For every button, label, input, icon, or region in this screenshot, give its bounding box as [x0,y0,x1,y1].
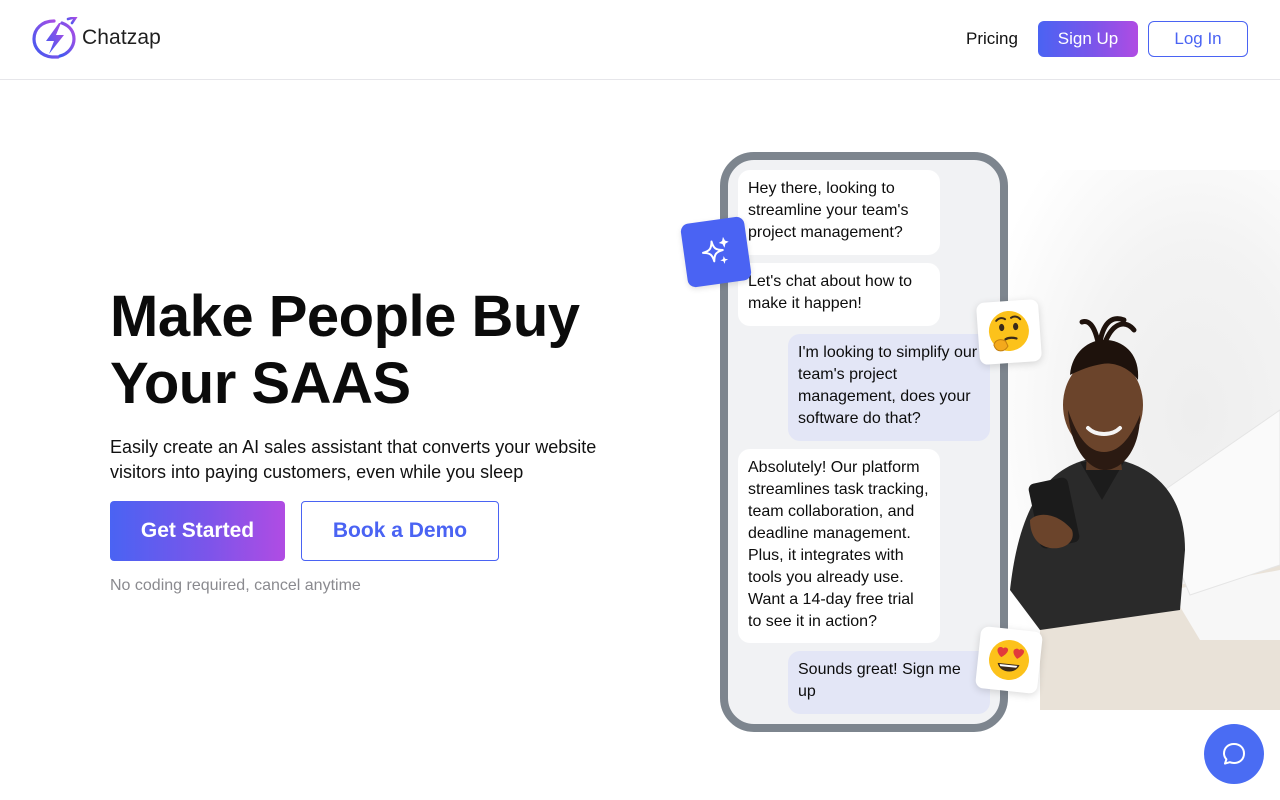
site-header: Chatzap Pricing Sign Up Log In [0,0,1280,80]
heart-eyes-face-icon [988,640,1029,680]
get-started-button[interactable]: Get Started [110,501,285,561]
login-button[interactable]: Log In [1148,21,1248,57]
signup-button[interactable]: Sign Up [1038,21,1138,57]
thinking-emoji-badge [975,298,1043,366]
hero-person-photo [1000,170,1280,710]
thinking-face-icon [988,311,1029,352]
chat-message-bot: Let's chat about how to make it happen! [738,263,940,326]
brand-name: Chatzap [82,26,161,49]
hero-title: Make People Buy Your SAAS [110,284,580,416]
sparkles-badge [679,215,753,289]
chat-message-bot: Hey there, looking to streamline your te… [738,170,940,255]
chat-message-user: I'm looking to simplify our team's proje… [788,334,990,441]
hero-note: No coding required, cancel anytime [110,577,361,594]
chat-message-bot: Absolutely! Our platform streamlines tas… [738,449,940,643]
chat-widget-button[interactable] [1204,724,1264,784]
heart-eyes-emoji-badge [974,625,1044,695]
phone-mockup: Hey there, looking to streamline your te… [720,152,1008,732]
sparkles-icon [701,236,729,264]
book-demo-button[interactable]: Book a Demo [301,501,499,561]
brand-logo[interactable]: Chatzap [32,17,161,59]
nav-pricing-link[interactable]: Pricing [966,29,1018,49]
chat-bubble-icon [1223,743,1245,765]
hero-subtitle: Easily create an AI sales assistant that… [110,437,597,482]
person-illustration [1010,316,1280,710]
chat-message-user: Sounds great! Sign me up [788,651,990,714]
lightning-bolt-chat-icon [32,17,78,59]
